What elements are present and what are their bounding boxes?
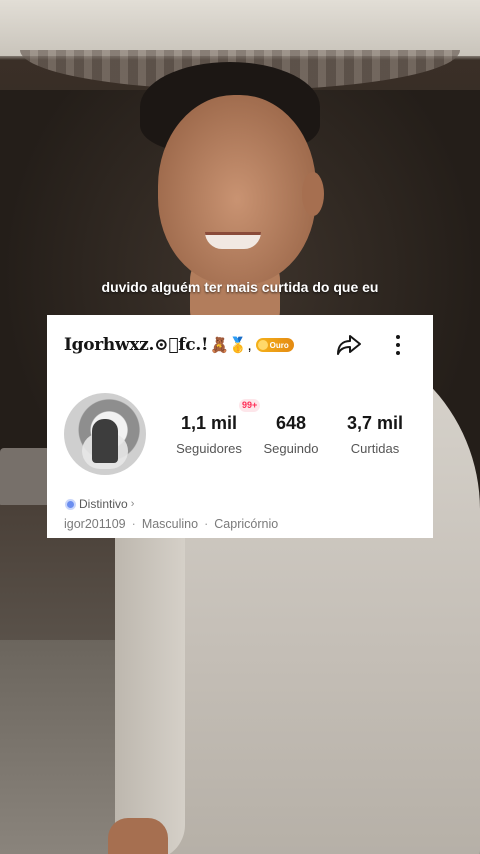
more-options-button[interactable] — [391, 331, 405, 359]
person-ear — [302, 172, 324, 216]
likes-label: Curtidas — [350, 441, 400, 456]
person-head — [158, 95, 316, 285]
following-label: Seguindo — [263, 441, 319, 456]
chevron-right-icon: › — [130, 498, 135, 510]
share-button[interactable] — [335, 331, 363, 359]
shield-badge-icon — [65, 498, 76, 510]
ouro-label: Ouro — [269, 340, 289, 350]
meta-separator: · — [204, 517, 209, 531]
profile-username: Igorhwxz.⊙⃗fc.! — [64, 335, 209, 355]
person-smile — [205, 232, 261, 249]
stat-seguindo[interactable]: 648 Seguindo — [255, 413, 327, 456]
following-count: 648 — [275, 413, 307, 433]
stat-seguidores[interactable]: 1,1 mil Seguidores 99+ — [167, 399, 261, 456]
username-emojis: 🧸🥇, — [210, 337, 252, 354]
stat-curtidas[interactable]: 3,7 mil Curtidas — [335, 413, 415, 456]
profile-stats: 1,1 mil Seguidores 99+ 648 Seguindo 3,7 … — [167, 399, 417, 463]
profile-card: Igorhwxz.⊙⃗fc.! 🧸🥇, Ouro 1,1 mil Seguido… — [47, 315, 433, 538]
video-caption: duvido alguém ter mais curtida do que eu — [101, 279, 379, 295]
distintivo-link[interactable]: Distintivo › — [65, 497, 134, 511]
meta-separator: · — [131, 517, 136, 531]
ouro-level-badge[interactable]: Ouro — [255, 338, 294, 352]
ceiling — [0, 0, 480, 56]
followers-label: Seguidores — [176, 441, 242, 456]
profile-handle: igor201109 — [64, 517, 126, 531]
profile-sign: Capricórnio — [214, 517, 279, 531]
likes-count: 3,7 mil — [346, 413, 404, 433]
person-hand — [108, 818, 168, 854]
share-arrow-icon — [337, 335, 361, 355]
followers-count: 1,1 mil — [180, 413, 238, 433]
more-vertical-icon — [396, 335, 400, 339]
avatar[interactable] — [64, 393, 146, 475]
profile-gender: Masculino — [141, 517, 199, 531]
gold-level-icon — [257, 340, 268, 350]
distintivo-label: Distintivo — [79, 497, 128, 511]
notification-badge: 99+ — [239, 399, 261, 412]
profile-header: Igorhwxz.⊙⃗fc.! 🧸🥇, Ouro — [64, 331, 419, 359]
profile-meta: igor201109 · Masculino · Capricórnio — [64, 517, 278, 531]
shelf-items — [0, 448, 50, 508]
